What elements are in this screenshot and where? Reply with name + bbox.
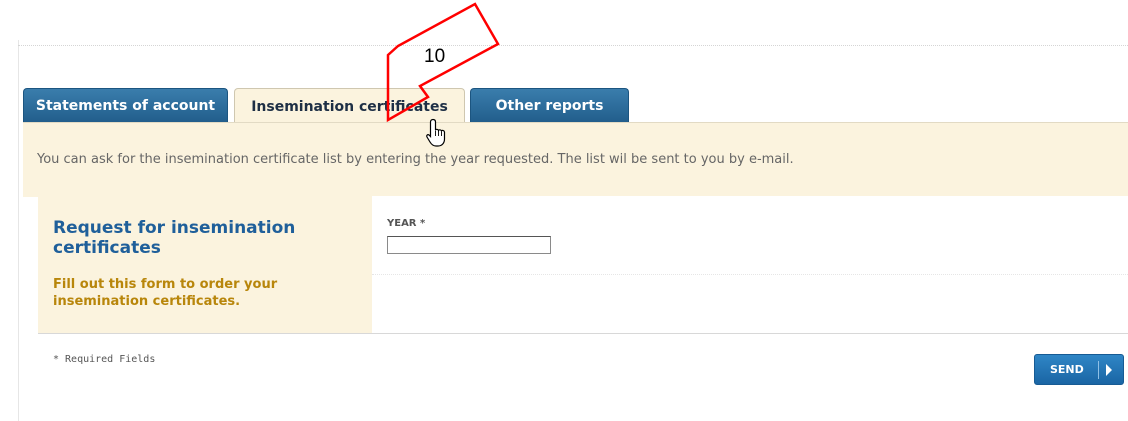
year-label: YEAR * xyxy=(387,218,426,229)
callout-number: 10 xyxy=(424,46,446,67)
form-fields-panel: YEAR * xyxy=(372,196,1128,333)
send-button-label: SEND xyxy=(1050,363,1084,376)
hand-pointer-icon xyxy=(426,118,446,147)
form-bottom-divider xyxy=(38,333,1128,334)
tab-other-reports[interactable]: Other reports xyxy=(470,88,629,123)
year-input[interactable] xyxy=(387,236,551,254)
form-description-panel: Request for insemination certificates Fi… xyxy=(38,196,372,333)
top-divider xyxy=(18,45,1128,46)
form-title: Request for insemination certificates xyxy=(53,218,296,258)
send-button-divider xyxy=(1098,361,1099,379)
form-subtitle: Fill out this form to order your insemin… xyxy=(53,277,278,309)
play-arrow-icon xyxy=(1106,364,1112,376)
send-button[interactable]: SEND xyxy=(1034,354,1124,385)
field-separator xyxy=(372,274,1128,275)
page-left-border xyxy=(18,40,19,421)
info-text: You can ask for the insemination certifi… xyxy=(37,152,794,167)
info-panel: You can ask for the insemination certifi… xyxy=(23,122,1128,197)
tab-statements-of-account[interactable]: Statements of account xyxy=(23,88,228,123)
required-fields-note: * Required Fields xyxy=(53,354,156,365)
